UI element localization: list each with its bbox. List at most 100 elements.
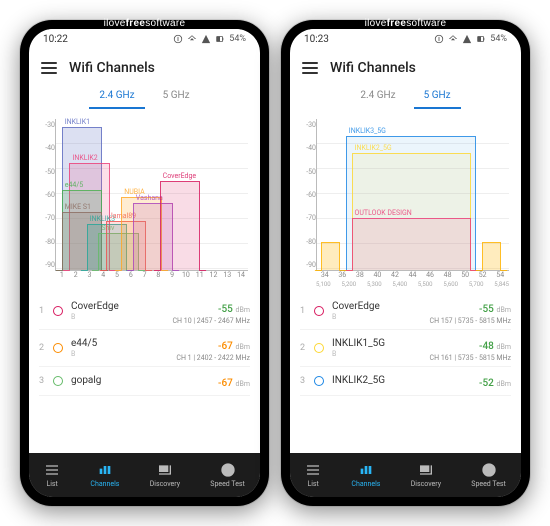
wifi-list: 1 CoverEdgeB -55 dBmCH 10 | 2457 - 2467 …: [29, 289, 260, 453]
menu-icon[interactable]: [41, 62, 57, 74]
x-tick: 14: [234, 271, 248, 279]
band-tabs: 2.4 GHz 5 GHz: [290, 87, 521, 115]
x-sublabels: 5,1005,2005,3005,4005,5005,6005,7005,845: [316, 281, 509, 291]
bottom-nav: List Channels Discovery Speed Test: [29, 453, 260, 497]
x-tick: 2: [69, 271, 83, 279]
nav-list[interactable]: List: [305, 462, 321, 488]
nav-discovery[interactable]: Discovery: [411, 462, 441, 488]
wifi-trace-label: INKLIK1: [65, 118, 90, 126]
app-bar: Wifi Channels: [29, 49, 260, 87]
nav-discovery[interactable]: Discovery: [150, 462, 180, 488]
status-bar: 10:22 54%: [29, 29, 260, 49]
x-tick: 8: [151, 271, 165, 279]
x-tick: 4: [96, 271, 110, 279]
nav-label: List: [46, 480, 57, 488]
x-tick: 13: [220, 271, 234, 279]
y-tick: -50: [37, 168, 55, 176]
nav-channels[interactable]: Channels: [90, 462, 119, 488]
color-dot: [314, 343, 324, 353]
wifi-row[interactable]: 1 CoverEdgeB -55 dBmCH 157 | 5735 - 5815…: [300, 293, 511, 330]
channel-info: CH 1 | 2402 - 2422 MHz: [176, 354, 250, 362]
wifi-trace-label: CoverEdge: [163, 172, 196, 180]
y-tick: -90: [298, 261, 316, 269]
x-tick: 6: [124, 271, 138, 279]
wifi-trace: OUTLOOK DESIGN: [352, 218, 471, 270]
channel-info: CH 10 | 2457 - 2467 MHz: [172, 317, 250, 325]
wifi-trace-label: INKLIK2: [72, 154, 97, 162]
rssi-value: -67: [218, 378, 233, 389]
page-title: Wifi Channels: [330, 60, 416, 76]
row-index: 2: [39, 343, 45, 353]
wifi-row[interactable]: 1 CoverEdgeB -55 dBmCH 10 | 2457 - 2467 …: [39, 293, 250, 330]
mac-label: B: [332, 313, 422, 321]
color-dot: [314, 376, 324, 386]
nav-label: Discovery: [411, 480, 441, 488]
y-tick: -50: [298, 168, 316, 176]
y-tick: -80: [37, 238, 55, 246]
x-tick: 52: [474, 271, 492, 279]
nav-speed-test[interactable]: Speed Test: [471, 462, 506, 488]
rssi-value: -48: [479, 341, 494, 352]
row-index: 2: [300, 343, 306, 353]
color-dot: [314, 306, 324, 316]
wifi-trace-label: INKLIK3_5G: [349, 127, 386, 135]
band-tab[interactable]: 2.4 GHz: [350, 87, 405, 109]
band-tab[interactable]: 5 GHz: [414, 87, 461, 109]
row-index: 1: [300, 306, 306, 316]
wifi-trace: [482, 242, 501, 270]
wifi-trace-label: OUTLOOK DESIGN: [355, 209, 412, 217]
rssi-unit: dBm: [495, 343, 511, 351]
wifi-trace-label: MIKE S1: [65, 203, 91, 211]
app-bar: Wifi Channels: [290, 49, 521, 87]
nav-label: Speed Test: [210, 480, 245, 488]
brand-overlay: ilovefreesoftware: [281, 18, 530, 29]
brand-overlay: ilovefreesoftware: [20, 18, 269, 29]
band-tab[interactable]: 5 GHz: [153, 87, 200, 109]
band-tab[interactable]: 2.4 GHz: [89, 87, 144, 109]
nav-label: Speed Test: [471, 480, 506, 488]
x-tick: 46: [421, 271, 439, 279]
x-tick: 9: [165, 271, 179, 279]
clock: 10:22: [43, 34, 68, 45]
row-index: 3: [39, 376, 45, 386]
y-tick: -90: [37, 261, 55, 269]
plot-area: INKLIK3_5G INKLIK2_5G OUTLOOK DESIGN: [316, 119, 509, 271]
x-tick: 34: [316, 271, 334, 279]
y-tick: -40: [37, 144, 55, 152]
x-tick: 36: [334, 271, 352, 279]
y-tick: -30: [37, 121, 55, 129]
status-bar: 10:23 54%: [290, 29, 521, 49]
channel-chart: -30-40-50-60-70-80-90 INKLIK3_5GINKLIK2_…: [296, 119, 515, 289]
rssi-value: -55: [479, 304, 494, 315]
rssi-value: -52: [479, 378, 494, 389]
wifi-row[interactable]: 2 INKLIK1_5GB -48 dBmCH 161 | 5735 - 581…: [300, 330, 511, 367]
x-tick: 7: [138, 271, 152, 279]
menu-icon[interactable]: [302, 62, 318, 74]
x-tick: 1: [55, 271, 69, 279]
x-tick: 38: [351, 271, 369, 279]
color-dot: [53, 306, 63, 316]
ssid-label: gopalg: [71, 375, 210, 386]
rssi-unit: dBm: [234, 306, 250, 314]
y-tick: -70: [37, 214, 55, 222]
nav-label: Discovery: [150, 480, 180, 488]
x-tick: 40: [369, 271, 387, 279]
wifi-row[interactable]: 2 e44/5B -67 dBmCH 1 | 2402 - 2422 MHz: [39, 330, 250, 367]
nav-list[interactable]: List: [44, 462, 60, 488]
wifi-row[interactable]: 3 INKLIK2_5G -52 dBm: [300, 367, 511, 396]
x-axis: 1234567891011121314: [55, 269, 248, 289]
ssid-label: CoverEdge: [71, 301, 164, 312]
x-tick: 48: [439, 271, 457, 279]
nav-label: Channels: [351, 480, 380, 488]
x-tick: 10: [179, 271, 193, 279]
mac-label: B: [71, 350, 168, 358]
plot-area: INKLIK1INKLIK2e44/5MIKE S1INKLIK3ShivJam…: [55, 119, 248, 271]
wifi-trace-label: INKLIK2_5G: [355, 144, 392, 152]
nav-channels[interactable]: Channels: [351, 462, 380, 488]
nav-speed-test[interactable]: Speed Test: [210, 462, 245, 488]
band-tabs: 2.4 GHz 5 GHz: [29, 87, 260, 115]
channel-info: CH 157 | 5735 - 5815 MHz: [430, 317, 511, 325]
mac-label: B: [332, 350, 422, 358]
wifi-row[interactable]: 3 gopalg -67 dBm: [39, 367, 250, 396]
page-title: Wifi Channels: [69, 60, 155, 76]
